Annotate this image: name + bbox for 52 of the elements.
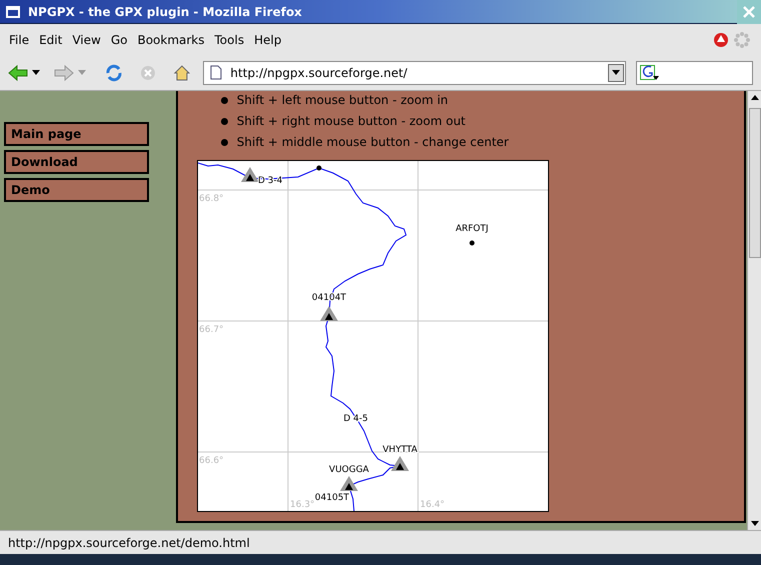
menu-item[interactable]: Edit (34, 30, 68, 48)
menu-item[interactable]: Go (106, 30, 132, 48)
close-icon (743, 6, 755, 18)
bullet-text: Shift + right mouse button - zoom out (236, 113, 466, 130)
bullet-text: Shift + left mouse button - zoom in (236, 92, 448, 109)
waypoint-dot (469, 240, 474, 246)
down-arrow-icon[interactable] (750, 521, 758, 526)
search-engine-icon[interactable] (640, 64, 660, 80)
tent-icon (240, 167, 259, 182)
window-title: NPGPX - the GPX plugin - Mozilla Firefox (28, 4, 303, 20)
alert-icon[interactable] (713, 32, 729, 48)
throbber-icon (733, 30, 751, 48)
waypoint-dot (316, 166, 322, 170)
waypoint-label: D 3-4 (258, 176, 282, 186)
up-arrow-icon[interactable] (750, 95, 758, 100)
tent-icon (340, 476, 358, 491)
longitude-label: 16.3° (290, 500, 314, 510)
page-icon (210, 65, 222, 80)
back-arrow-icon[interactable] (8, 64, 28, 82)
latitude-label: 66.7° (198, 325, 224, 335)
bullet-icon (220, 138, 228, 146)
bullet-text: Shift + middle mouse button - change center (236, 134, 509, 151)
latitude-label: 66.8° (198, 194, 224, 204)
menu-item[interactable]: Help (249, 30, 286, 48)
down-arrow-icon[interactable] (32, 70, 40, 75)
sidebar-link[interactable]: Main page (4, 122, 149, 146)
url-text: http://npgpx.sourceforge.net/ (230, 64, 408, 82)
tent-icon (390, 456, 409, 471)
bullet-icon (220, 118, 228, 124)
status-text: http://npgpx.sourceforge.net/demo.html (8, 534, 250, 552)
scrollbar[interactable] (747, 91, 761, 530)
sidebar-link[interactable]: Demo (4, 178, 149, 202)
latitude-label: 66.6° (198, 456, 224, 466)
waypoint-label: 04105T (314, 493, 349, 503)
waypoint-label: ARFOTJ (455, 224, 488, 234)
tent-icon (320, 306, 338, 321)
home-icon[interactable] (172, 64, 190, 82)
address-field[interactable]: http://npgpx.sourceforge.net/ (203, 60, 626, 84)
sidebar-link[interactable]: Download (4, 150, 149, 174)
down-arrow-icon[interactable] (612, 70, 620, 75)
waypoint-label: VUOGGA (328, 465, 369, 475)
menu-item[interactable]: Tools (210, 30, 250, 48)
window-menu-icon[interactable] (6, 6, 20, 18)
search-field[interactable] (636, 60, 754, 84)
longitude-label: 16.4° (420, 500, 444, 510)
menu-item[interactable]: View (67, 30, 106, 48)
dropdown-button[interactable] (608, 64, 624, 82)
waypoint-label: VHYTTA (382, 445, 418, 455)
menu-item[interactable]: File (4, 30, 34, 48)
menu-item[interactable]: Bookmarks (132, 30, 210, 48)
bullet-icon (220, 96, 228, 104)
reload-icon[interactable] (104, 64, 123, 82)
